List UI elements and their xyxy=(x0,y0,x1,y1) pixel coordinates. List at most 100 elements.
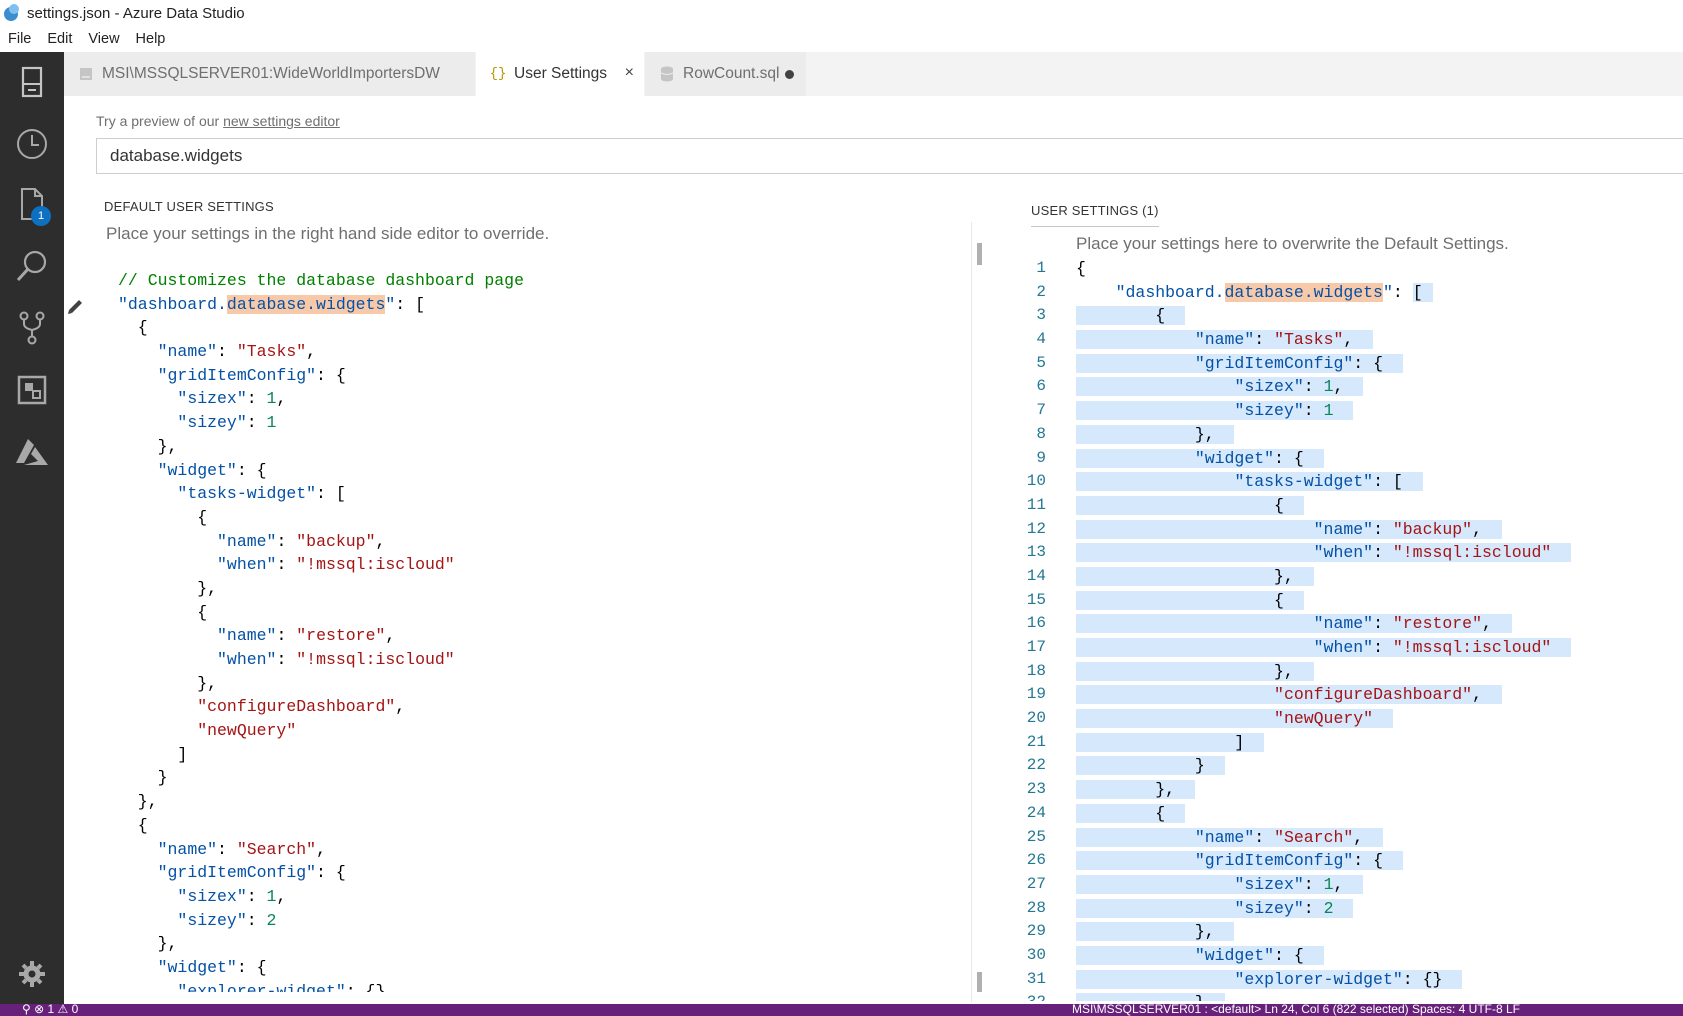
code-line: { xyxy=(1076,495,1304,515)
status-bar: ⚲ ⊗ 1 ⚠ 0 MSI\MSSQLSERVER01 : <default> … xyxy=(0,1004,1683,1016)
code-line: "tasks-widget": [ xyxy=(1076,470,1571,494)
tab-label: MSI\MSSQLSERVER01:WideWorldImportersDW xyxy=(102,65,440,82)
new-settings-editor-link[interactable]: new settings editor xyxy=(223,113,340,129)
explorer-icon[interactable]: 1 xyxy=(0,176,64,232)
tab-widewordimportersdw[interactable]: MSI\MSSQLSERVER01:WideWorldImportersDW xyxy=(64,52,476,96)
code-line: "sizey": 2 xyxy=(177,910,277,930)
code-line: ] xyxy=(118,744,188,764)
tab-rowcount-sql[interactable]: RowCount.sql xyxy=(645,52,807,96)
code-line: } xyxy=(1076,756,1225,776)
search-icon[interactable] xyxy=(0,238,64,294)
menu-help[interactable]: Help xyxy=(128,31,174,47)
code-line: } xyxy=(118,768,168,788)
code-line: }, xyxy=(1076,780,1195,800)
default-settings-description: Place your settings in the right hand si… xyxy=(106,224,550,243)
tab-user-settings[interactable]: {} User Settings × xyxy=(476,52,645,96)
code-line: "configureDashboard", xyxy=(1076,683,1571,707)
code-line: "name": "backup", xyxy=(217,531,386,551)
code-line: "dashboard.database.widgets": [ xyxy=(1115,282,1433,302)
code-line: { xyxy=(1076,590,1304,610)
tab-strip: MSI\MSSQLSERVER01:WideWorldImportersDW {… xyxy=(64,52,1683,96)
code-line: // Customizes the database dashboard pag… xyxy=(118,271,524,290)
code-line: "widget": { xyxy=(1076,447,1571,471)
code-line: }, xyxy=(1076,922,1235,942)
user-settings-header[interactable]: USER SETTINGS (1) xyxy=(1031,203,1159,227)
activity-bar: 1 xyxy=(0,52,64,1004)
menu-bar: File Edit View Help xyxy=(0,26,1683,52)
code-line: "widget": { xyxy=(157,460,267,480)
code-line: "name": "Tasks", xyxy=(157,342,317,362)
hint-text: Try a preview of our xyxy=(96,113,224,129)
code-line: "newQuery" xyxy=(197,721,297,741)
server-icon xyxy=(78,66,94,82)
code-line: "when": "!mssql:iscloud" xyxy=(1076,636,1572,660)
scrollbar-thumb[interactable] xyxy=(977,243,982,265)
code-line: "sizey": 1 xyxy=(177,413,277,433)
menu-view[interactable]: View xyxy=(80,31,127,47)
code-line: { xyxy=(118,318,148,338)
settings-hint: Try a preview of our new settings editor xyxy=(96,113,340,129)
default-settings-editor[interactable]: // Customizes the database dashboard pag… xyxy=(118,269,524,992)
extensions-icon[interactable] xyxy=(0,362,64,418)
servers-icon[interactable] xyxy=(0,54,64,110)
code-line: { xyxy=(118,602,208,622)
code-line: }, xyxy=(1076,566,1314,586)
code-line: "when": "!mssql:iscloud" xyxy=(217,650,455,669)
status-right[interactable]: MSI\MSSQLSERVER01 : <default> Ln 24, Col… xyxy=(1072,1004,1520,1016)
code-line: "name": "Tasks", xyxy=(1076,328,1571,352)
code-line: "gridItemConfig": { xyxy=(1076,849,1571,873)
code-line: "sizex": 1, xyxy=(177,886,287,906)
code-line: "name": "backup", xyxy=(1076,518,1571,542)
code-line: "dashboard.database.widgets": [ xyxy=(118,294,425,314)
code-line: { xyxy=(118,507,208,527)
code-line: { xyxy=(1076,803,1185,823)
user-settings-editor[interactable]: { "dashboard.database.widgets": [ { "nam… xyxy=(1076,257,1572,1002)
code-line: }, xyxy=(118,934,178,954)
tab-label: RowCount.sql xyxy=(683,65,780,82)
code-line: }, xyxy=(118,436,178,456)
code-line: "sizex": 1, xyxy=(1076,873,1571,897)
editor-divider[interactable] xyxy=(971,222,972,1002)
title-bar: settings.json - Azure Data Studio xyxy=(0,0,1683,26)
code-line: "widget": { xyxy=(157,957,267,977)
code-line: "gridItemConfig": { xyxy=(1076,352,1571,376)
user-settings-description: Place your settings here to overwrite th… xyxy=(1076,234,1509,253)
default-settings-header: DEFAULT USER SETTINGS xyxy=(104,199,274,214)
code-line: }, xyxy=(118,673,218,693)
azure-data-studio-logo-icon xyxy=(3,4,21,22)
code-line: "gridItemConfig": { xyxy=(157,365,346,385)
status-left[interactable]: ⚲ ⊗ 1 ⚠ 0 xyxy=(22,1004,78,1016)
braces-icon: {} xyxy=(489,66,507,82)
menu-edit[interactable]: Edit xyxy=(39,31,80,47)
database-icon xyxy=(659,66,675,82)
code-line: { xyxy=(1076,306,1185,326)
code-line: { xyxy=(118,815,148,835)
settings-search-input[interactable]: database.widgets xyxy=(96,138,1683,174)
code-line: "name": "restore", xyxy=(1076,612,1571,636)
code-line: "when": "!mssql:iscloud" xyxy=(217,555,455,575)
history-icon[interactable] xyxy=(0,116,64,172)
close-icon[interactable]: × xyxy=(625,64,634,82)
search-value: database.widgets xyxy=(110,146,243,165)
code-line: "name": "Search", xyxy=(1076,826,1571,850)
window-title: settings.json - Azure Data Studio xyxy=(27,4,245,22)
code-line: "configureDashboard", xyxy=(197,697,406,717)
code-line: "newQuery" xyxy=(1076,707,1571,731)
line-number-gutter: 1234 5678 9 10 11 12 13 14 15 16 17 18 19 20 21 22… xyxy=(1026,259,1046,1001)
code-line: ] xyxy=(1076,732,1265,752)
code-line: { xyxy=(1076,259,1086,278)
tab-label: User Settings xyxy=(514,65,608,82)
azure-icon[interactable] xyxy=(0,424,64,480)
code-line: "sizey": 2 xyxy=(1076,897,1571,921)
menu-file[interactable]: File xyxy=(0,31,39,47)
code-line: "sizex": 1, xyxy=(177,389,287,409)
code-line: "tasks-widget": [ xyxy=(177,484,346,504)
code-line: "when": "!mssql:iscloud" xyxy=(1076,541,1572,565)
code-line: "widget": { xyxy=(1076,944,1571,968)
code-line: "explorer-widget": {} xyxy=(1076,968,1571,992)
code-line: } xyxy=(1076,991,1571,1002)
edit-pencil-icon[interactable] xyxy=(66,296,86,316)
gear-icon[interactable] xyxy=(0,946,64,1002)
source-control-icon[interactable] xyxy=(0,300,64,356)
scrollbar-thumb[interactable] xyxy=(977,972,982,992)
